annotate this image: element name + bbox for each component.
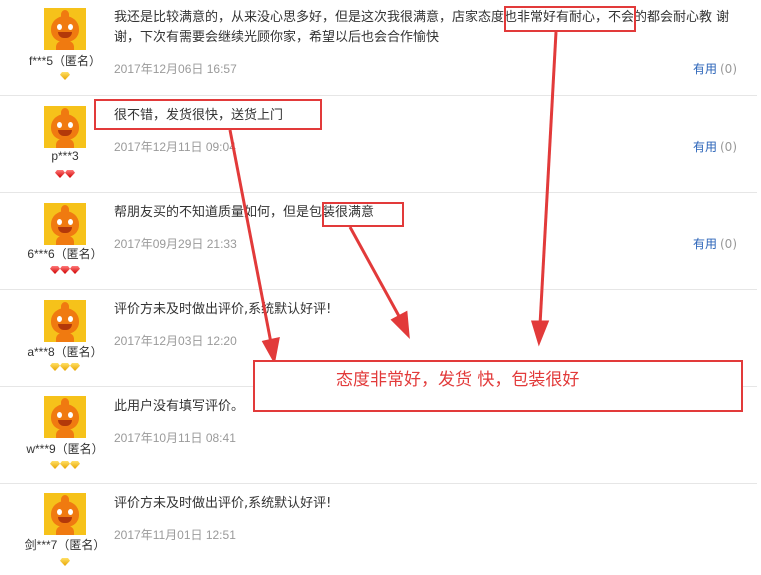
review-date: 2017年12月06日 16:57 bbox=[114, 62, 237, 76]
avatar[interactable] bbox=[44, 493, 86, 535]
review-date: 2017年09月29日 21:33 bbox=[114, 237, 237, 251]
review-content: 评价方未及时做出评价,系统默认好评! bbox=[114, 302, 332, 317]
useful-label[interactable]: 有用 bbox=[693, 62, 717, 76]
review-date: 2017年12月03日 12:20 bbox=[114, 334, 237, 348]
level-badge-icon bbox=[0, 72, 130, 83]
level-badge-icon bbox=[0, 558, 130, 569]
avatar[interactable] bbox=[44, 300, 86, 342]
reviewer-name: f***5（匿名） bbox=[28, 54, 102, 68]
avatar[interactable] bbox=[44, 396, 86, 438]
level-badge-icon bbox=[0, 170, 130, 181]
review-item: f***5（匿名） 我还是比较满意的，从来没心思多好，但是这次我很满意，店家态度… bbox=[0, 0, 757, 96]
review-content: 评价方未及时做出评价,系统默认好评! bbox=[114, 496, 332, 511]
review-item: p***3 很不错，发货很快，送货上门 2017年12月11日 09:04 有用… bbox=[0, 96, 757, 193]
review-content: 我还是比较满意的，从来没心思多好，但是这次我很满意，店家态度也非常好有耐心，不会… bbox=[114, 10, 730, 45]
useful-button[interactable]: 有用 (0) bbox=[693, 60, 737, 77]
avatar[interactable] bbox=[44, 203, 86, 245]
level-badge-icon bbox=[0, 461, 130, 472]
reviewer-name: w***9（匿名） bbox=[26, 442, 104, 456]
avatar[interactable] bbox=[44, 8, 86, 50]
review-content: 很不错，发货很快，送货上门 bbox=[114, 108, 284, 123]
review-date: 2017年11月01日 12:51 bbox=[114, 528, 236, 542]
reviewer-name: p***3 bbox=[51, 149, 79, 163]
useful-button[interactable]: 有用 (0) bbox=[693, 138, 737, 155]
useful-label[interactable]: 有用 bbox=[693, 237, 717, 251]
annotation-summary-text: 态度非常好，发货 快，包装很好 bbox=[336, 370, 580, 390]
level-badge-icon bbox=[0, 266, 130, 277]
useful-label[interactable]: 有用 bbox=[693, 140, 717, 154]
review-item: 剑***7（匿名） 评价方未及时做出评价,系统默认好评! 2017年11月01日… bbox=[0, 484, 757, 575]
useful-count: (0) bbox=[720, 140, 737, 154]
useful-count: (0) bbox=[720, 62, 737, 76]
review-item: 6***6（匿名） 帮朋友买的不知道质量如何，但是包装很满意 2017年09月2… bbox=[0, 193, 757, 290]
avatar[interactable] bbox=[44, 106, 86, 148]
useful-count: (0) bbox=[720, 237, 737, 251]
reviewer-name: a***8（匿名） bbox=[27, 345, 103, 359]
useful-button[interactable]: 有用 (0) bbox=[693, 235, 737, 252]
reviewer-name: 6***6（匿名） bbox=[27, 247, 103, 261]
reviewer-name: 剑***7（匿名） bbox=[24, 538, 106, 552]
review-date: 2017年10月11日 08:41 bbox=[114, 431, 236, 445]
review-date: 2017年12月11日 09:04 bbox=[114, 140, 236, 154]
level-badge-icon bbox=[0, 363, 130, 374]
review-content: 帮朋友买的不知道质量如何，但是包装很满意 bbox=[114, 205, 375, 220]
